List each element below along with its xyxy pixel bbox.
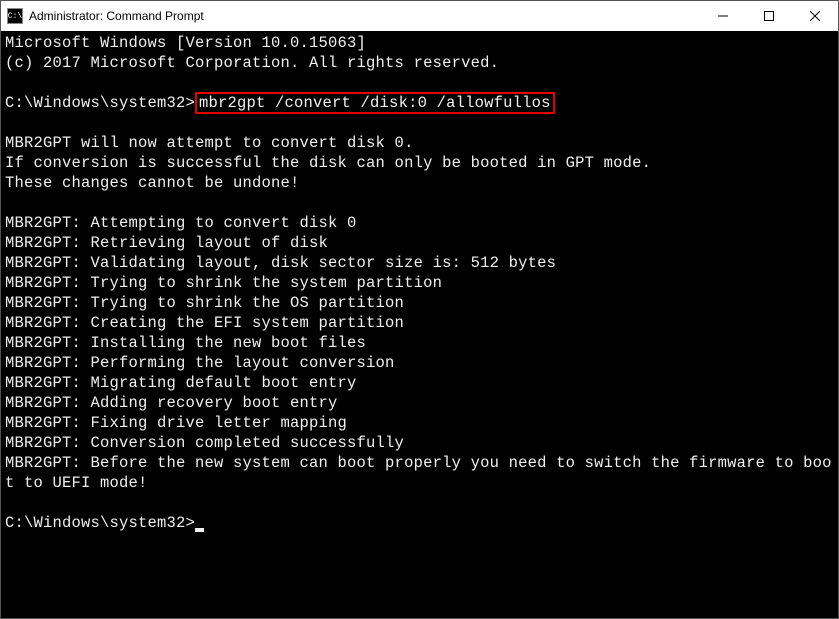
highlighted-command: mbr2gpt /convert /disk:0 /allowfullos — [195, 92, 555, 114]
cmd-icon: C:\ — [7, 8, 23, 24]
maximize-button[interactable] — [746, 1, 792, 31]
output-line: MBR2GPT: Before the new system can boot … — [5, 454, 832, 492]
output-line: MBR2GPT: Adding recovery boot entry — [5, 394, 338, 412]
prompt-path: C:\Windows\system32> — [5, 94, 195, 112]
output-line: MBR2GPT: Fixing drive letter mapping — [5, 414, 347, 432]
output-line: MBR2GPT: Creating the EFI system partiti… — [5, 314, 404, 332]
close-button[interactable] — [792, 1, 838, 31]
output-line: MBR2GPT: Trying to shrink the system par… — [5, 274, 442, 292]
output-line: MBR2GPT: Validating layout, disk sector … — [5, 254, 556, 272]
window-title: Administrator: Command Prompt — [29, 9, 700, 23]
output-line: MBR2GPT: Installing the new boot files — [5, 334, 366, 352]
copyright-line: (c) 2017 Microsoft Corporation. All righ… — [5, 54, 499, 72]
output-line: MBR2GPT: Trying to shrink the OS partiti… — [5, 294, 404, 312]
os-version-line: Microsoft Windows [Version 10.0.15063] — [5, 34, 366, 52]
command-prompt-window: C:\ Administrator: Command Prompt Micros… — [0, 0, 839, 619]
minimize-button[interactable] — [700, 1, 746, 31]
titlebar[interactable]: C:\ Administrator: Command Prompt — [1, 1, 838, 31]
output-line: MBR2GPT: Conversion completed successful… — [5, 434, 404, 452]
minimize-icon — [718, 11, 728, 21]
maximize-icon — [764, 11, 774, 21]
prompt-path: C:\Windows\system32> — [5, 514, 195, 532]
close-icon — [810, 11, 820, 21]
output-line: MBR2GPT: Retrieving layout of disk — [5, 234, 328, 252]
cursor — [195, 528, 204, 532]
terminal-output[interactable]: Microsoft Windows [Version 10.0.15063] (… — [1, 31, 838, 618]
output-line: MBR2GPT will now attempt to convert disk… — [5, 134, 414, 152]
output-line: If conversion is successful the disk can… — [5, 154, 651, 172]
output-line: MBR2GPT: Performing the layout conversio… — [5, 354, 395, 372]
window-controls — [700, 1, 838, 31]
output-line: These changes cannot be undone! — [5, 174, 300, 192]
output-line: MBR2GPT: Migrating default boot entry — [5, 374, 357, 392]
output-line: MBR2GPT: Attempting to convert disk 0 — [5, 214, 357, 232]
